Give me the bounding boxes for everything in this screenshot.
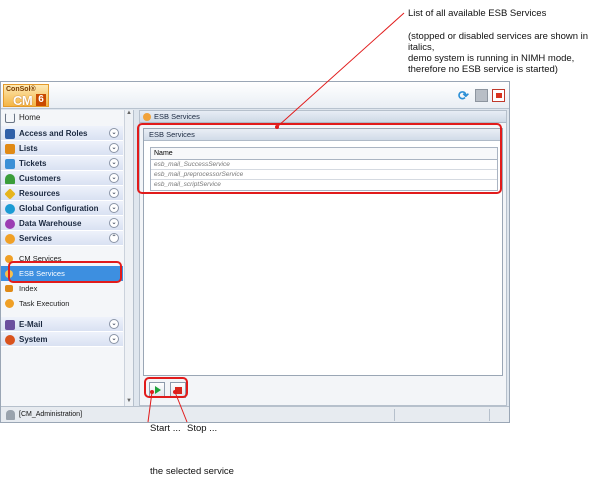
warehouse-icon [5,219,15,229]
sidebar-item-label: Global Configuration [19,204,99,213]
chevron-down-icon[interactable]: ⌄ [109,334,119,344]
sidebar: Home Access and Roles ⌄ Lists ⌄ Tickets … [1,110,134,406]
annotation-selected-service: the selected service [150,466,234,477]
sidebar-item-data-warehouse[interactable]: Data Warehouse ⌄ [1,216,123,231]
chevron-down-icon[interactable]: ⌄ [109,188,119,198]
chevron-down-icon[interactable]: ⌄ [109,158,119,168]
home-icon [5,113,15,123]
sidebar-item-label: Task Execution [19,299,70,308]
index-icon [5,285,13,292]
status-divider [489,409,490,421]
sidebar-item-system[interactable]: System ⌄ [1,332,123,347]
scroll-down-icon[interactable]: ▼ [126,398,132,404]
annotation-service-list: List of all available ESB Services (stop… [408,8,598,75]
chevron-down-icon[interactable]: ⌄ [109,128,119,138]
sidebar-item-label: Resources [19,189,60,198]
resource-icon [4,188,16,200]
logo-line1: ConSol® [6,86,36,93]
system-icon [5,335,15,345]
sidebar-item-resources[interactable]: Resources ⌄ [1,186,123,201]
chevron-down-icon[interactable]: ⌄ [109,143,119,153]
top-bar: ConSol® CM 6 ⟳ [1,82,509,109]
annotation-stop: Stop ... [187,423,218,434]
task-execution-icon [5,299,14,308]
customer-icon [5,174,15,184]
sidebar-item-label: Access and Roles [19,129,88,138]
sidebar-item-label: Tickets [19,159,47,168]
sidebar-subitem-task-execution[interactable]: Task Execution [1,296,123,311]
annotation-list-label: List of all available ESB Services [408,8,547,19]
sidebar-item-global-configuration[interactable]: Global Configuration ⌄ [1,201,123,216]
annotation-note-line: italics, [408,42,435,53]
refresh-icon[interactable]: ⟳ [458,89,471,102]
services-icon [5,234,15,244]
consol-logo: ConSol® CM 6 [3,84,49,108]
settings-icon[interactable] [475,89,488,102]
sidebar-item-label: Data Warehouse [19,219,82,228]
logo-version: 6 [36,94,46,106]
sidebar-item-services[interactable]: Services ⌃ [1,231,123,246]
highlight-action-buttons [144,377,188,398]
chevron-down-icon[interactable]: ⌄ [109,203,119,213]
sidebar-item-label: System [19,335,48,344]
esb-services-icon [143,113,151,121]
sidebar-item-label: E-Mail [19,320,43,329]
status-bar: [CM_Administration] [1,406,509,422]
status-user: [CM_Administration] [19,411,83,418]
ticket-icon [5,159,15,169]
highlight-esb-services-item [8,261,122,283]
highlight-service-list [137,123,502,194]
annotation-note-line: (stopped or disabled services are shown … [408,31,589,42]
sidebar-item-label: Index [19,284,38,293]
sidebar-scrollbar[interactable]: ▲ ▼ [124,110,133,406]
logo-line2: CM [13,93,33,108]
scroll-up-icon[interactable]: ▲ [126,110,132,116]
sidebar-item-label: Home [19,113,41,122]
sidebar-item-access-and-roles[interactable]: Access and Roles ⌄ [1,126,123,141]
chevron-down-icon[interactable]: ⌄ [109,319,119,329]
logout-icon[interactable] [492,89,505,102]
globe-icon [5,204,15,214]
sidebar-item-customers[interactable]: Customers ⌄ [1,171,123,186]
chevron-down-icon[interactable]: ⌄ [109,218,119,228]
chevron-down-icon[interactable]: ⌄ [109,173,119,183]
annotation-note-line: therefore no ESB service is started) [408,64,558,75]
sidebar-item-tickets[interactable]: Tickets ⌄ [1,156,123,171]
user-icon [6,410,15,420]
annotation-note-line: demo system is running in NIMH mode, [408,53,575,64]
sidebar-item-label: Services [19,234,52,243]
sidebar-subitem-index[interactable]: Index [1,281,123,296]
main-header: ESB Services [140,111,506,123]
main-header-title: ESB Services [154,112,200,121]
mail-icon [5,320,15,330]
sidebar-item-label: Customers [19,174,61,183]
sidebar-item-lists[interactable]: Lists ⌄ [1,141,123,156]
sidebar-item-email[interactable]: E-Mail ⌄ [1,317,123,332]
sidebar-item-home[interactable]: Home [1,110,121,126]
annotation-start: Start ... [150,423,181,434]
chevron-up-icon[interactable]: ⌃ [109,233,119,243]
sidebar-item-label: Lists [19,144,38,153]
shield-icon [5,129,15,139]
status-divider [394,409,395,421]
list-icon [5,144,15,154]
